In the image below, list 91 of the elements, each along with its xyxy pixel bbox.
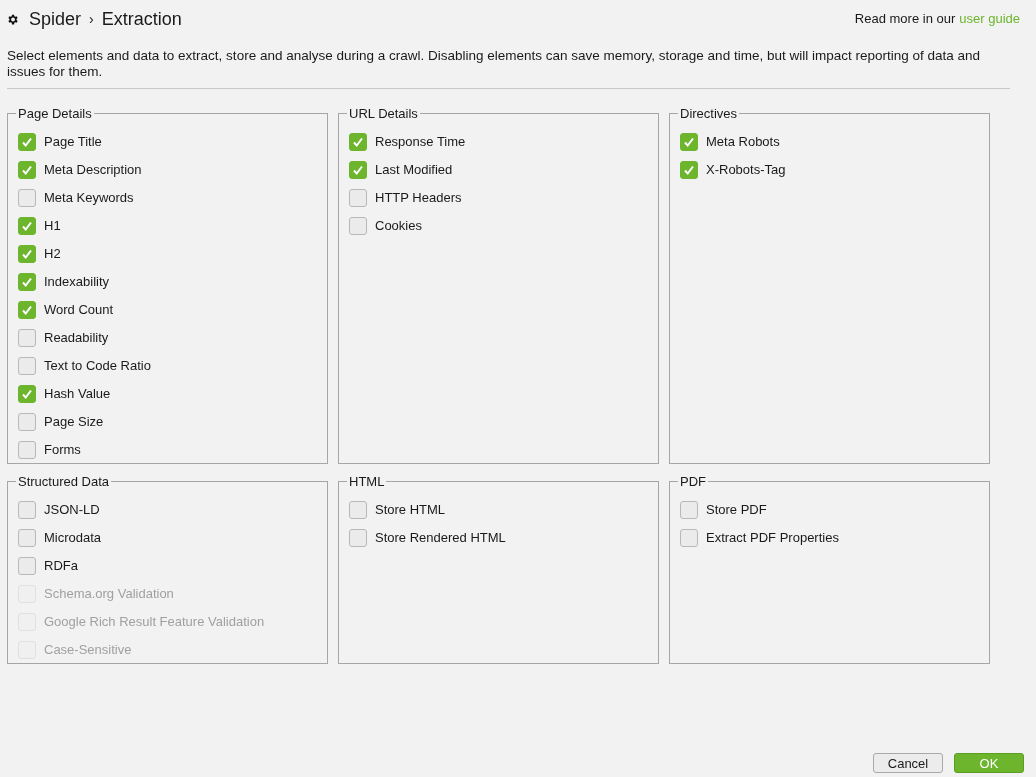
checkbox-label: Text to Code Ratio [44, 356, 151, 375]
checkbox-item[interactable]: Text to Code Ratio [18, 351, 151, 380]
checkbox-item[interactable]: Store PDF [680, 495, 767, 524]
checkbox[interactable] [349, 160, 367, 179]
checkbox[interactable] [18, 528, 36, 547]
checkbox[interactable] [18, 500, 36, 519]
checkbox-item[interactable]: Page Size [18, 407, 104, 436]
checkbox[interactable] [349, 528, 367, 547]
checkbox[interactable] [349, 216, 367, 235]
checkbox[interactable] [18, 556, 36, 575]
checkbox[interactable] [18, 216, 36, 235]
settings-icon [6, 12, 19, 26]
checkbox-label: Page Size [44, 412, 104, 431]
checkbox[interactable] [18, 328, 36, 347]
checkbox-label: Meta Robots [706, 132, 780, 151]
checkbox-item[interactable]: Hash Value [18, 379, 111, 408]
checkbox-item[interactable]: Store Rendered HTML [349, 523, 506, 552]
checkbox-label: H1 [44, 216, 61, 235]
checkbox[interactable] [349, 500, 367, 519]
checkbox-label: Store Rendered HTML [375, 528, 506, 547]
checkbox-item[interactable]: RDFa [18, 551, 78, 580]
checkbox-item[interactable]: X-Robots-Tag [680, 155, 786, 184]
checkbox-item[interactable]: Meta Description [18, 155, 142, 184]
checkbox[interactable] [18, 384, 36, 403]
checkbox-label: Forms [44, 440, 81, 459]
checkbox-label: Case-Sensitive [44, 640, 132, 659]
group-title: URL Details [348, 105, 419, 123]
checkbox-label: Readability [44, 328, 109, 347]
checkbox-label: Hash Value [44, 384, 111, 403]
checkbox-item[interactable]: Forms [18, 435, 81, 464]
checkbox-label: Store PDF [706, 500, 767, 519]
checkbox[interactable] [18, 412, 36, 431]
checkbox[interactable] [349, 188, 367, 207]
checkbox[interactable] [680, 132, 698, 151]
checkbox[interactable] [680, 160, 698, 179]
checkbox-item[interactable]: Readability [18, 323, 109, 352]
breadcrumb-separator: › [89, 9, 94, 29]
checkbox-item[interactable]: Cookies [349, 211, 422, 240]
group-title: Directives [679, 105, 739, 123]
breadcrumb-item: Extraction [101, 7, 182, 31]
checkbox-label: Google Rich Result Feature Validation [44, 612, 265, 631]
description-text: Select elements and data to extract, store and analyse during a crawl. Disabling elements can save memory, storage and time, but will impact reporting of data and issues for them. [6, 48, 981, 80]
checkbox-item[interactable]: Page Title [18, 127, 102, 156]
checkbox-label: Schema.org Validation [44, 584, 174, 603]
checkbox-item[interactable]: H1 [18, 211, 61, 240]
checkbox-label: RDFa [44, 556, 78, 575]
checkbox-label: Meta Keywords [44, 188, 134, 207]
checkbox-label: Store HTML [375, 500, 446, 519]
checkbox-item[interactable]: Extract PDF Properties [680, 523, 839, 552]
checkbox-item[interactable]: JSON-LD [18, 495, 100, 524]
checkbox-item[interactable]: Word Count [18, 295, 114, 324]
group-title: PDF [679, 473, 707, 491]
breadcrumb-item[interactable]: Spider [29, 5, 82, 33]
checkbox-item[interactable]: Meta Keywords [18, 183, 134, 212]
checkbox-label: Indexability [44, 272, 110, 291]
checkbox-label: Page Title [44, 132, 102, 151]
checkbox-label: JSON-LD [44, 500, 100, 519]
checkbox-label: Cookies [375, 216, 422, 235]
checkbox[interactable] [18, 440, 36, 459]
checkbox[interactable] [680, 500, 698, 519]
checkbox[interactable] [680, 528, 698, 547]
checkbox[interactable] [18, 356, 36, 375]
checkbox[interactable] [349, 132, 367, 151]
checkbox-label: HTTP Headers [375, 188, 462, 207]
checkbox-label: Meta Description [44, 160, 142, 179]
checkbox[interactable] [18, 300, 36, 319]
group-title: Structured Data [17, 473, 111, 491]
checkbox[interactable] [18, 132, 36, 151]
group-title: Page Details [17, 105, 93, 123]
help-text: Read more in our [854, 10, 956, 29]
checkbox-item[interactable]: Indexability [18, 267, 110, 296]
checkbox-label: Response Time [375, 132, 466, 151]
checkbox-item[interactable]: HTTP Headers [349, 183, 462, 212]
checkbox-item[interactable]: Meta Robots [680, 127, 780, 156]
checkbox-item[interactable]: Store HTML [349, 495, 446, 524]
checkbox-label: H2 [44, 244, 61, 263]
checkbox-label: Microdata [44, 528, 102, 547]
checkbox-label: Last Modified [375, 160, 453, 179]
checkbox-item[interactable]: Response Time [349, 127, 466, 156]
group-title: HTML [348, 473, 386, 491]
checkbox[interactable] [18, 160, 36, 179]
checkbox-label: Extract PDF Properties [706, 528, 839, 547]
checkbox-item[interactable]: H2 [18, 239, 61, 268]
cancel-button[interactable]: Cancel [873, 753, 943, 773]
checkbox-label: Word Count [44, 300, 114, 319]
checkbox[interactable] [18, 272, 36, 291]
checkbox-label: X-Robots-Tag [706, 160, 786, 179]
checkbox[interactable] [18, 188, 36, 207]
checkbox-item[interactable]: Microdata [18, 523, 102, 552]
checkbox[interactable] [18, 244, 36, 263]
checkbox-item[interactable]: Last Modified [349, 155, 453, 184]
